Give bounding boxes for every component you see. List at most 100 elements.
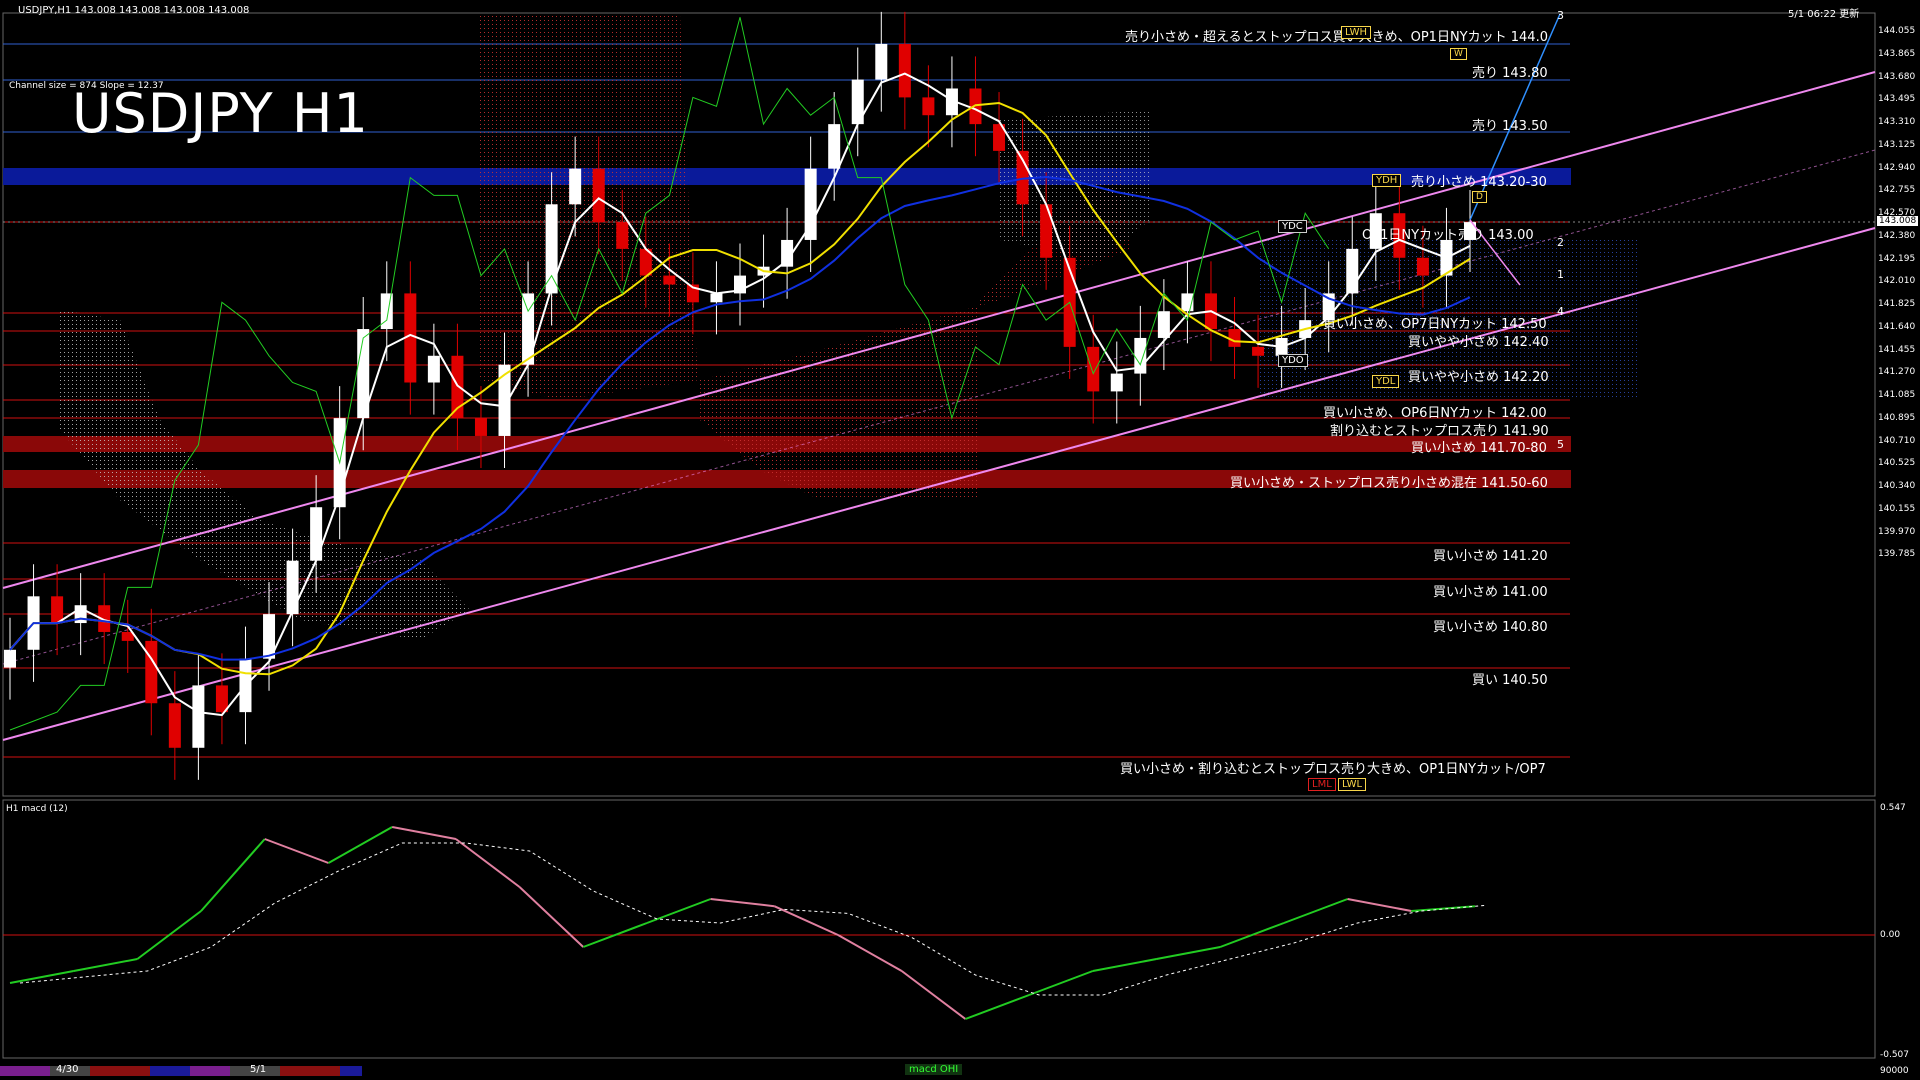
- ydc-tag: YDC: [1278, 220, 1307, 233]
- big-title: USDJPY H1: [72, 82, 369, 145]
- macd-segment: [200, 838, 266, 912]
- candle-body: [168, 703, 181, 748]
- macd-segment: [73, 958, 138, 972]
- price-axis-tick: 144.055: [1878, 26, 1916, 36]
- level-label: 買い 140.50: [1472, 673, 1548, 688]
- ichimoku-cloud-bear: [480, 15, 1130, 500]
- candle-body: [804, 168, 817, 240]
- macd-segment: [646, 898, 712, 924]
- time-bar-segment: [190, 1066, 230, 1076]
- macd-segment: [518, 886, 584, 948]
- price-axis-tick: 141.270: [1878, 367, 1916, 378]
- macd-segment: [9, 970, 74, 984]
- candle-body: [592, 168, 605, 223]
- candle-body: [1157, 311, 1170, 338]
- price-axis-tick: 141.455: [1878, 344, 1916, 355]
- datetime-label: 5/1 06:22 更新: [1788, 9, 1860, 20]
- macd-segment: [264, 838, 329, 864]
- lml-tag: LML: [1308, 778, 1336, 791]
- level-label: 買い小さめ 141.70-80: [1411, 441, 1547, 456]
- price-axis-tick: 142.195: [1878, 253, 1916, 264]
- price-axis-tick: 139.970: [1878, 526, 1916, 537]
- candle-body: [545, 204, 558, 294]
- lwh-tag: LWH: [1341, 26, 1372, 39]
- candle-body: [4, 649, 16, 668]
- wave-label-5: 5: [1557, 438, 1564, 451]
- price-axis-tick: 143.680: [1878, 71, 1916, 82]
- wave-label-3: 3: [1557, 9, 1564, 22]
- price-axis-tick: 142.010: [1878, 276, 1916, 287]
- level-label: 売り小さめ 143.20-30: [1411, 175, 1547, 190]
- candle-body: [898, 43, 911, 98]
- wave-label-2: 2: [1557, 236, 1564, 249]
- time-bar-segment: [0, 1066, 50, 1076]
- candle-body: [51, 596, 64, 624]
- date-label: 5/1: [250, 1064, 267, 1075]
- w-tag: W: [1450, 48, 1467, 60]
- macd-segment: [1347, 898, 1412, 912]
- price-axis-tick: 142.755: [1878, 185, 1916, 196]
- macd-segment: [837, 934, 903, 972]
- level-label: 売り 143.80: [1472, 66, 1548, 81]
- macd-segment: [1092, 958, 1157, 972]
- wave-label-1: 1: [1557, 268, 1564, 281]
- date-label: 4/30: [56, 1064, 79, 1075]
- level-label: 売り小さめ・超えるとストップロス買い大きめ、OP1日NYカット 144.0: [1125, 30, 1548, 45]
- candle-body: [1087, 346, 1100, 392]
- d-tag: D: [1472, 191, 1487, 203]
- price-axis-tick: 140.340: [1878, 481, 1916, 491]
- candle-body: [474, 418, 487, 436]
- macd-label: H1 macd (12): [6, 804, 68, 814]
- price-axis-tick: 139.785: [1878, 549, 1916, 560]
- macd-segment: [773, 905, 839, 936]
- chart-canvas: [2, 11, 1876, 1059]
- candle-body: [286, 560, 299, 615]
- macd-segment: [901, 970, 967, 1020]
- candle-body: [1110, 373, 1123, 392]
- candle-body: [710, 293, 723, 303]
- macd-ohi-label: macd OHI: [905, 1064, 963, 1075]
- macd-axis-tick: -0.507: [1880, 1050, 1910, 1060]
- macd-axis-tick: 90000: [1880, 1066, 1909, 1076]
- level-label: 買い小さめ・ストップロス売り小さめ混在 141.50-60: [1230, 476, 1548, 491]
- macd-segment: [710, 898, 775, 908]
- level-label: 買いやや小さめ 142.20: [1408, 370, 1549, 385]
- macd-segment: [391, 826, 457, 840]
- candle-body: [828, 124, 841, 169]
- macd-segment: [965, 994, 1030, 1020]
- ydh-tag: YDH: [1372, 174, 1402, 187]
- price-axis-tick: 143.865: [1878, 48, 1916, 59]
- price-axis-tick: 143.125: [1878, 139, 1916, 150]
- price-axis-tick: 141.640: [1878, 321, 1916, 332]
- level-label: 買い小さめ・割り込むとストップロス売り大きめ、OP1日NYカット/OP7: [1120, 762, 1546, 777]
- level-label: 買い小さめ、OP6日NYカット 142.00: [1323, 406, 1547, 421]
- time-bar-segment: [280, 1066, 340, 1076]
- candle-body: [215, 685, 228, 713]
- macd-segment: [1283, 898, 1348, 924]
- macd-pane-border: [2, 799, 1876, 1059]
- candle-body: [145, 640, 158, 704]
- level-label: 買い小さめ 141.20: [1433, 549, 1548, 564]
- candle-body: [616, 222, 629, 249]
- price-axis-tick: 140.710: [1878, 435, 1916, 446]
- candle-body: [922, 97, 935, 116]
- time-bar-segment: [340, 1066, 362, 1076]
- candle-body: [1416, 257, 1429, 276]
- ydo-tag: YDO: [1278, 354, 1308, 367]
- level-label: 買いやや小さめ 142.40: [1408, 335, 1549, 350]
- time-bar-segment: [90, 1066, 150, 1076]
- level-label: 買い小さめ、OP7日NYカット 142.50: [1323, 317, 1547, 332]
- price-axis-tick: 141.825: [1878, 299, 1916, 309]
- level-label: 買い小さめ 141.00: [1433, 585, 1548, 600]
- level-label: 売り 143.50: [1472, 119, 1548, 134]
- lwl-tag: LWL: [1338, 778, 1367, 791]
- macd-segment: [1156, 946, 1221, 960]
- candle-body: [663, 275, 676, 285]
- ydl-tag: YDL: [1372, 375, 1400, 388]
- candle-body: [427, 355, 440, 383]
- candle-body: [1252, 346, 1265, 356]
- current-price-tag: 143.008: [1877, 216, 1919, 226]
- candle-body: [1228, 329, 1241, 347]
- symbol-info: USDJPY,H1 143.008 143.008 143.008 143.00…: [18, 5, 250, 16]
- level-label: OP1日NYカット売り 143.00: [1362, 228, 1534, 243]
